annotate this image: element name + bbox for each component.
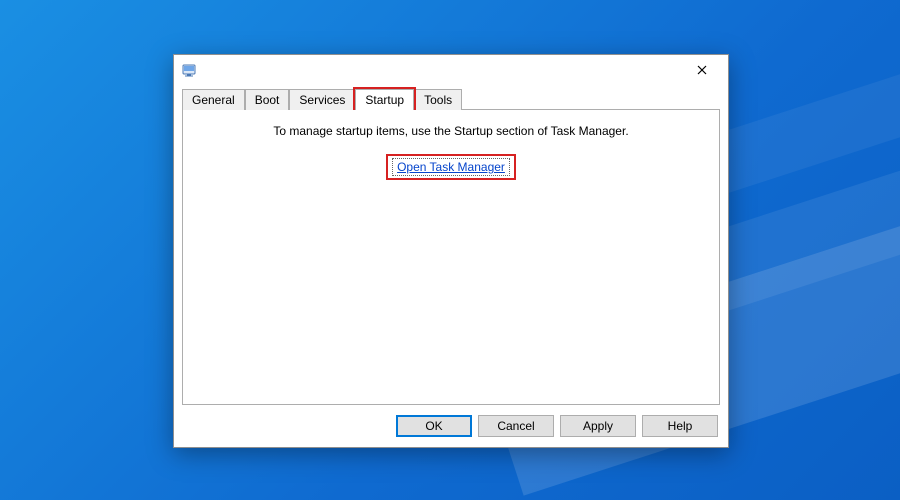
desktop-background: General Boot Services Startup Tools To m… xyxy=(0,0,900,500)
tab-general[interactable]: General xyxy=(182,89,245,110)
titlebar xyxy=(174,55,728,85)
close-icon xyxy=(697,65,707,75)
ok-button[interactable]: OK xyxy=(396,415,472,437)
tab-content: To manage startup items, use the Startup… xyxy=(182,110,720,405)
tab-label: General xyxy=(192,93,235,107)
startup-instructions: To manage startup items, use the Startup… xyxy=(273,124,628,138)
tab-label: Startup xyxy=(365,93,404,107)
tab-label: Tools xyxy=(424,93,452,107)
tab-label: Services xyxy=(299,93,345,107)
tab-services[interactable]: Services xyxy=(289,89,355,110)
help-button[interactable]: Help xyxy=(642,415,718,437)
tab-boot[interactable]: Boot xyxy=(245,89,290,110)
tab-strip: General Boot Services Startup Tools xyxy=(182,87,720,110)
msconfig-window: General Boot Services Startup Tools To m… xyxy=(173,54,729,448)
tab-tools[interactable]: Tools xyxy=(414,89,462,110)
cancel-button[interactable]: Cancel xyxy=(478,415,554,437)
dialog-button-row: OK Cancel Apply Help xyxy=(396,415,718,437)
tab-label: Boot xyxy=(255,93,280,107)
tab-startup[interactable]: Startup xyxy=(355,89,414,110)
open-task-manager-link[interactable]: Open Task Manager xyxy=(392,158,510,176)
close-button[interactable] xyxy=(682,56,722,84)
app-icon xyxy=(182,62,198,78)
apply-button[interactable]: Apply xyxy=(560,415,636,437)
